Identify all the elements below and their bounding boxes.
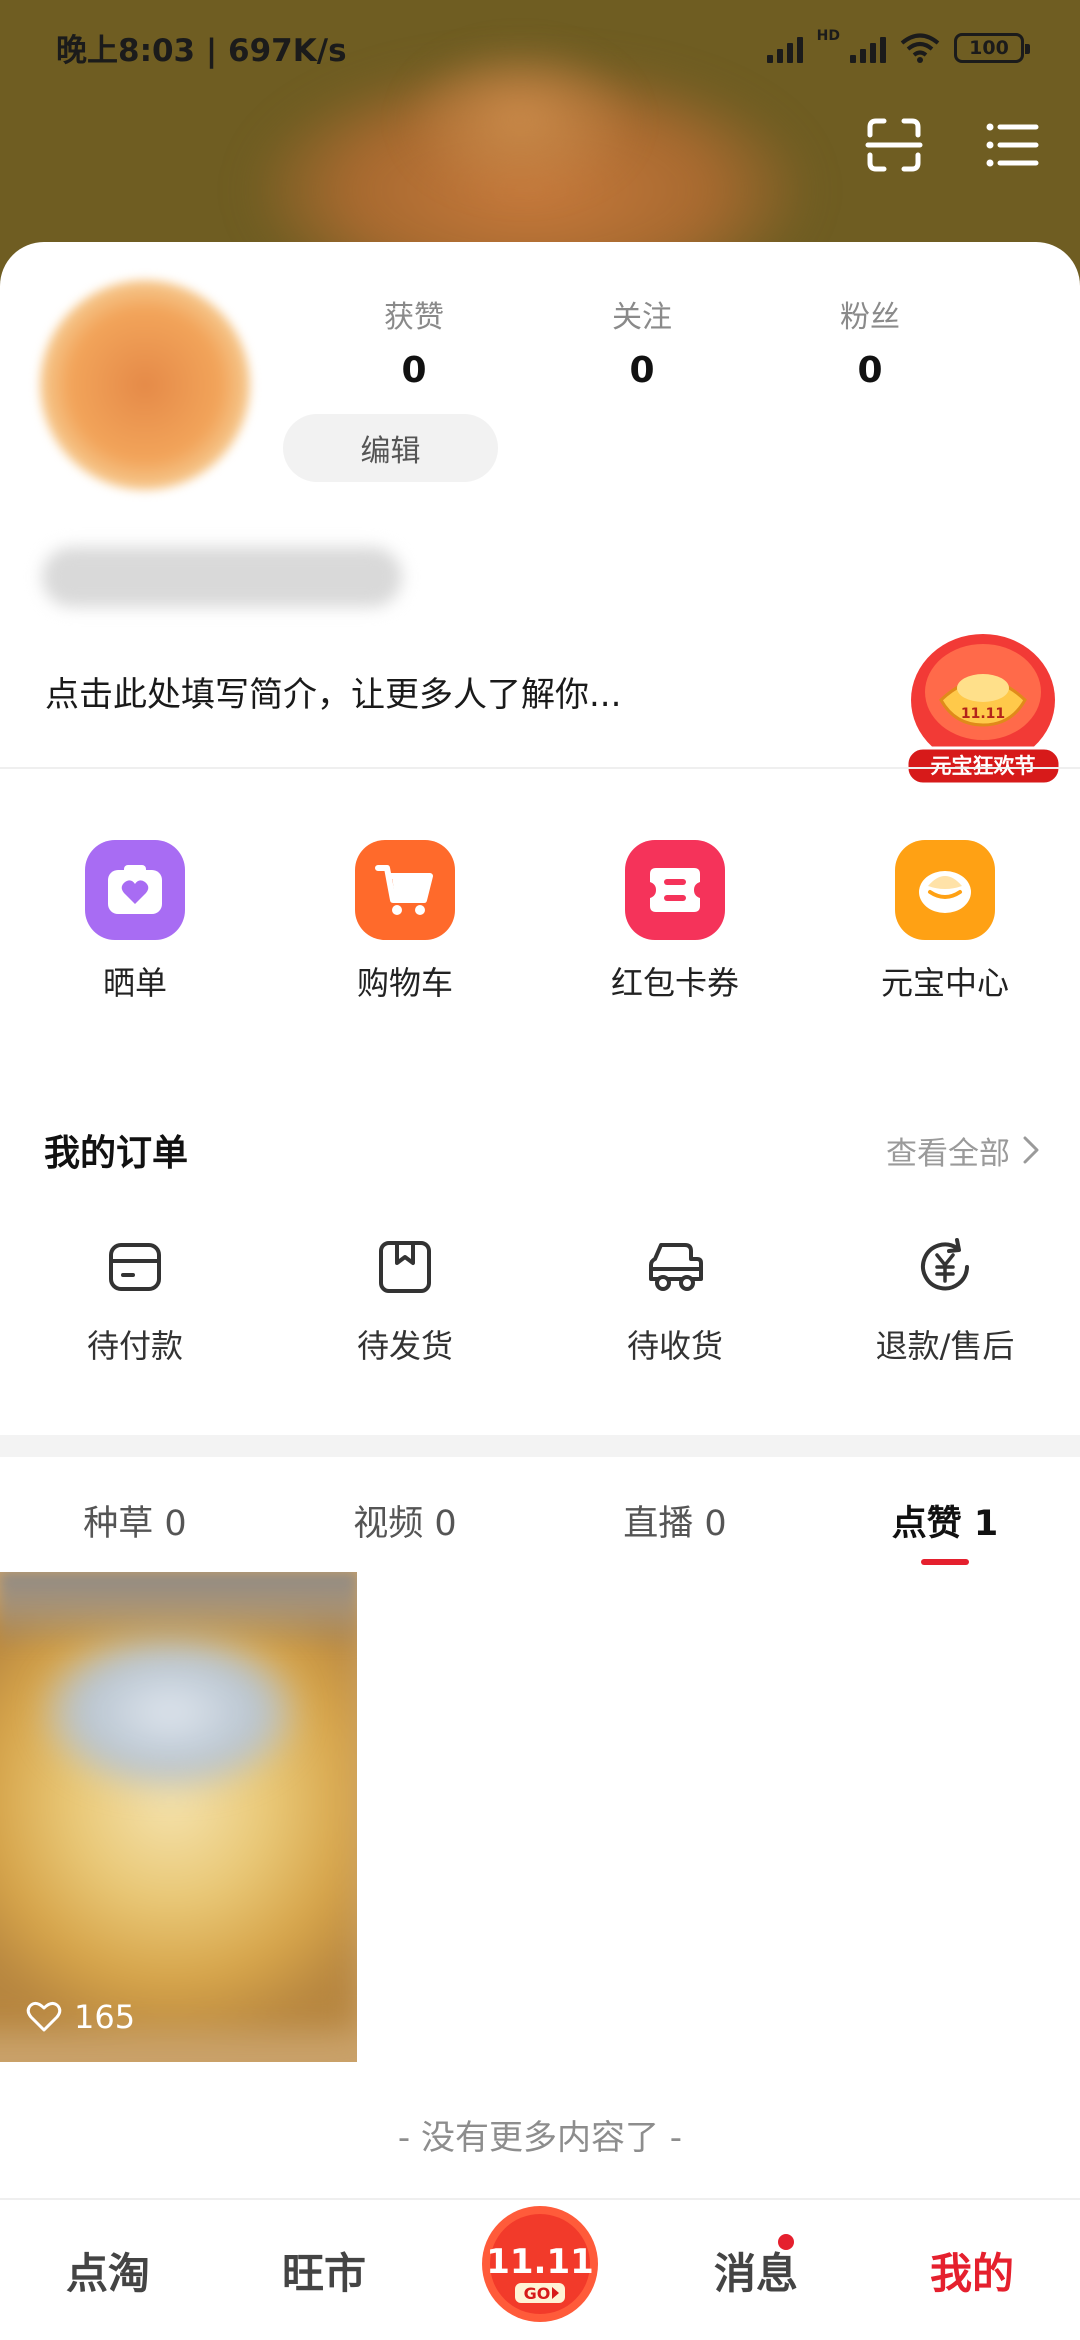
tab-live[interactable]: 直播 0 (540, 1495, 810, 1546)
order-status-row: 待付款 待发货 待收货 退款/售后 (0, 1235, 1080, 1367)
status-icons: HD 100 (766, 28, 1030, 64)
view-all-label: 查看全部 (886, 1135, 1010, 1172)
post-image-detail (40, 1632, 300, 1792)
order-label: 待付款 (86, 1327, 183, 1365)
double11-go-icon: 11.11 GO (482, 2206, 598, 2322)
truck-icon (649, 1243, 703, 1291)
signal-icon (766, 33, 803, 63)
festival-badge[interactable]: 11.11 元宝狂欢节 (901, 630, 1066, 790)
end-of-list-text: - 没有更多内容了 - (397, 2118, 683, 2158)
hd-label: HD (816, 27, 840, 44)
stat-label: 关注 (612, 300, 672, 335)
coupon-icon (625, 840, 725, 940)
cart-icon (355, 840, 455, 940)
tab-notes[interactable]: 种草 0 (0, 1495, 270, 1546)
orders-title: 我的订单 (44, 1133, 189, 1174)
tool-label: 元宝中心 (880, 964, 1009, 1002)
order-pending-receipt[interactable]: 待收货 (540, 1235, 810, 1367)
profile-stats: 获赞 0 关注 0 粉丝 0 (300, 292, 984, 391)
ingot-icon (895, 840, 995, 940)
stat-value: 0 (857, 350, 883, 391)
tool-cart[interactable]: 购物车 (270, 840, 540, 1004)
package-icon (379, 1241, 431, 1293)
stat-following[interactable]: 关注 0 (528, 292, 756, 391)
stat-value: 0 (401, 350, 427, 391)
nav-me[interactable]: 我的 (864, 2240, 1080, 2301)
header-actions (864, 115, 1042, 175)
view-all-orders-link[interactable]: 查看全部 (886, 1128, 1040, 1173)
bottom-navigation: 点淘 旺市 11.11 GO 消息 我的 (0, 2198, 1080, 2340)
tab-liked[interactable]: 点赞 1 (810, 1495, 1080, 1565)
status-bar: 晚上8:03 | 697K/s HD 100 (0, 0, 1080, 95)
order-label: 退款/售后 (875, 1327, 1015, 1365)
avatar[interactable] (40, 280, 250, 490)
tool-label: 晒单 (102, 964, 167, 1002)
stat-label: 粉丝 (840, 300, 900, 335)
stat-likes[interactable]: 获赞 0 (300, 292, 528, 391)
wallet-icon (109, 1243, 161, 1291)
nav-center-go[interactable]: 11.11 GO (432, 2206, 648, 2327)
chevron-right-icon (1023, 1136, 1039, 1164)
wifi-icon (900, 33, 940, 63)
showcase-icon (85, 840, 185, 940)
stat-value: 0 (629, 350, 655, 391)
order-pending-payment[interactable]: 待付款 (0, 1235, 270, 1367)
liked-post-card[interactable]: 165 (0, 1572, 357, 2062)
edit-profile-button[interactable]: 编辑 (283, 414, 498, 482)
tool-showcase[interactable]: 晒单 (0, 840, 270, 1004)
nav-messages-label: 消息 (713, 2248, 798, 2298)
stat-followers[interactable]: 粉丝 0 (756, 292, 984, 391)
menu-icon[interactable] (982, 115, 1042, 175)
orders-header: 我的订单 查看全部 (0, 1120, 1080, 1180)
signal-icon-2 (850, 33, 886, 63)
heart-icon (26, 2001, 62, 2032)
tool-coupons[interactable]: 红包卡券 (540, 840, 810, 1004)
post-like-count: 165 (26, 1998, 135, 2036)
order-refund-aftersales[interactable]: 退款/售后 (810, 1235, 1080, 1367)
nickname-redacted (42, 547, 402, 607)
status-time-speed: 晚上8:03 | 697K/s (56, 33, 347, 69)
order-label: 待收货 (626, 1327, 723, 1365)
quick-tools: 晒单 购物车 红包卡券 元宝中心 (0, 840, 1080, 1004)
stat-label: 获赞 (384, 300, 444, 335)
order-pending-shipment[interactable]: 待发货 (270, 1235, 540, 1367)
unread-dot (778, 2233, 794, 2250)
active-tab-indicator (921, 1559, 969, 1565)
battery-icon: 100 (954, 32, 1030, 63)
post-image-top (0, 1572, 357, 1652)
tab-liked-label: 点赞 1 (891, 1504, 999, 1544)
section-separator (0, 1435, 1080, 1457)
profile-card: 获赞 0 关注 0 粉丝 0 编辑 点击此处填写简介，让更多人了解你... 11… (0, 242, 1080, 786)
tool-label: 购物车 (356, 964, 453, 1002)
nav-wangshi[interactable]: 旺市 (216, 2240, 432, 2301)
content-tabs: 种草 0 视频 0 直播 0 点赞 1 (0, 1495, 1080, 1565)
svg-text:11.11: 11.11 (486, 2242, 594, 2282)
tool-ingot-center[interactable]: 元宝中心 (810, 840, 1080, 1004)
tab-videos[interactable]: 视频 0 (270, 1495, 540, 1546)
scan-icon[interactable] (864, 115, 924, 175)
battery-level: 100 (969, 36, 1009, 59)
nav-messages[interactable]: 消息 (648, 2233, 864, 2301)
svg-text:GO: GO (524, 2284, 551, 2303)
svg-text:11.11: 11.11 (961, 706, 1005, 722)
divider (0, 767, 1080, 769)
svg-text:元宝狂欢节: 元宝狂欢节 (931, 754, 1036, 778)
nav-diantao[interactable]: 点淘 (0, 2240, 216, 2301)
refund-icon (921, 1238, 969, 1291)
order-label: 待发货 (356, 1327, 453, 1365)
tool-label: 红包卡券 (610, 964, 739, 1002)
bio-text[interactable]: 点击此处填写简介，让更多人了解你... (45, 667, 621, 716)
like-count: 165 (74, 1998, 136, 2036)
